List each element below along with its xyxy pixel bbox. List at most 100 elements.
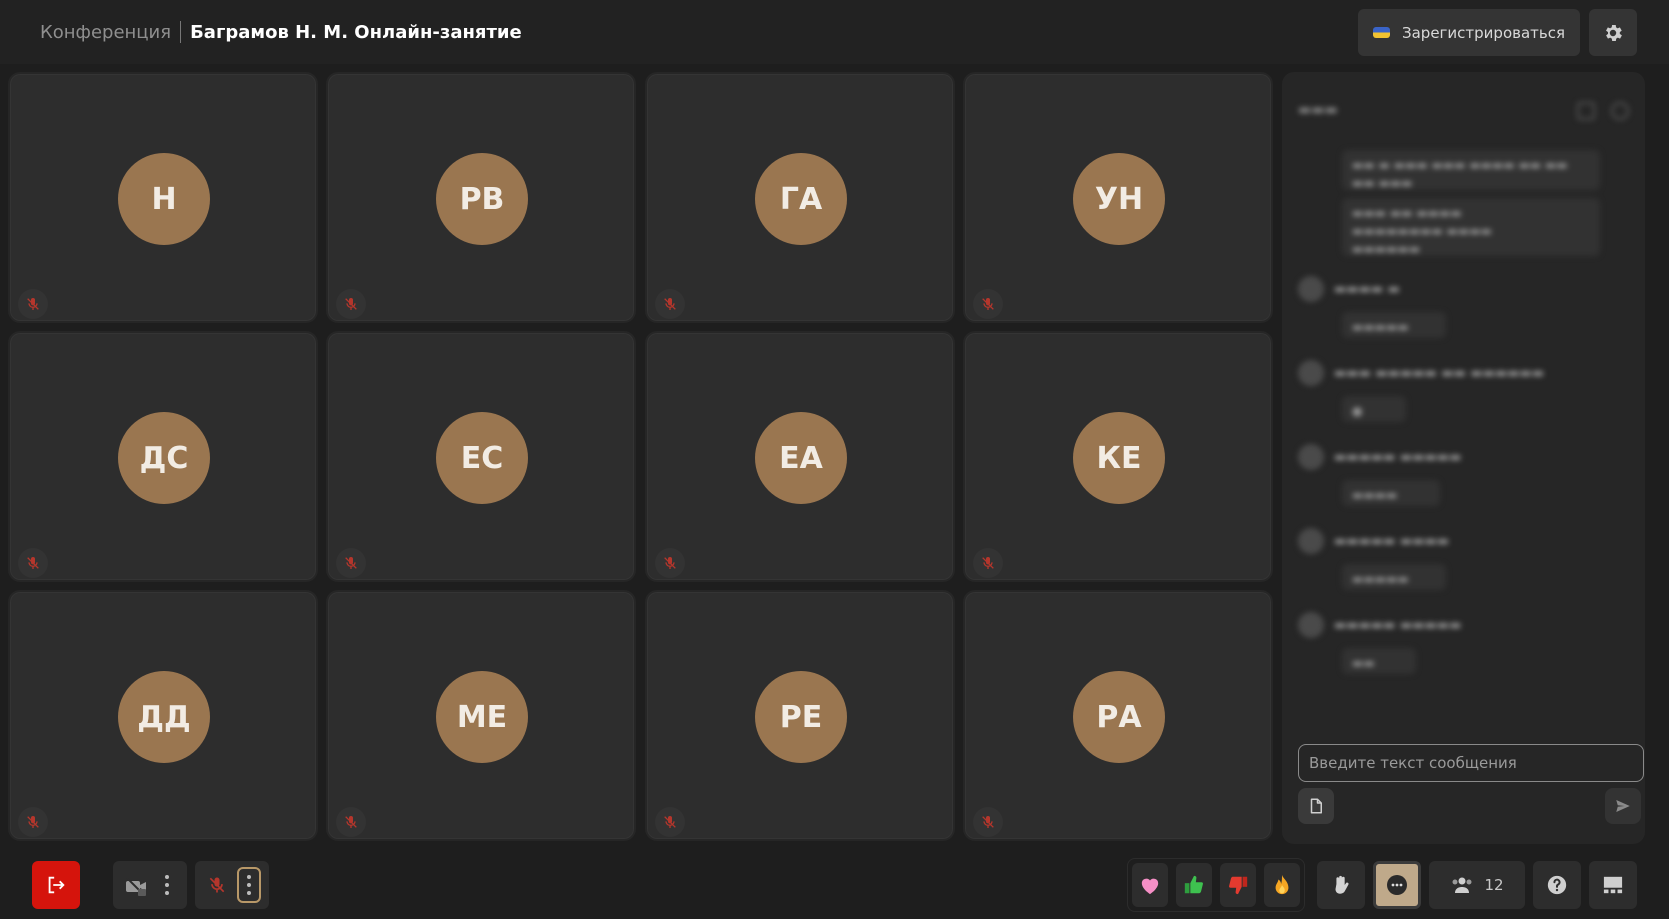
chat-toggle-button[interactable] [1373, 861, 1421, 909]
chat-message: ● [1342, 396, 1406, 422]
heart-icon [1141, 878, 1159, 895]
avatar: РЕ [755, 671, 847, 763]
mic-toggle-button[interactable] [205, 873, 229, 897]
mic-off-icon [18, 289, 48, 319]
reaction-heart-button[interactable] [1132, 863, 1168, 907]
participant-tile[interactable]: ЕС [326, 331, 636, 582]
participant-tile[interactable]: ДД [8, 590, 318, 841]
flag-icon [1372, 27, 1390, 38]
raise-hand-icon [1335, 875, 1349, 894]
participant-tile[interactable]: РА [963, 590, 1273, 841]
send-icon [1616, 800, 1630, 812]
layout-button[interactable] [1589, 861, 1637, 909]
participant-tile[interactable]: КЕ [963, 331, 1273, 582]
mic-off-icon [209, 877, 225, 893]
camera-options-button[interactable] [165, 875, 169, 895]
page-title: Баграмов Н. М. Онлайн-занятие [190, 21, 522, 43]
participant-tile[interactable]: ДС [8, 331, 318, 582]
conference-label: Конференция [40, 21, 172, 43]
avatar: КЕ [1073, 412, 1165, 504]
chat-message: ▬▬ ▬ ▬▬▬ ▬▬▬ ▬▬▬▬ ▬▬ ▬▬ ▬▬ ▬▬▬ [1342, 150, 1600, 190]
exit-icon [48, 876, 65, 894]
chat-message: ▬▬▬▬▬ [1342, 312, 1446, 338]
mic-off-icon [973, 289, 1003, 319]
help-icon [1547, 875, 1567, 895]
popout-icon [1577, 102, 1595, 120]
people-icon [1452, 877, 1472, 893]
chat-message: ▬▬▬ ▬▬ ▬▬▬▬ ▬▬▬▬▬▬▬▬ ▬▬▬▬ ▬▬▬▬▬▬ [1342, 198, 1600, 256]
chat-author: ▬▬▬ ▬▬▬▬▬ ▬▬ ▬▬▬▬▬▬ [1298, 360, 1544, 386]
microphone-control [195, 861, 269, 909]
participant-tile[interactable]: РЕ [645, 590, 955, 841]
participants-button[interactable]: 12 [1429, 861, 1525, 909]
chat-messages-blurred: ▬▬▬ ▬▬ ▬ ▬▬▬ ▬▬▬ ▬▬▬▬ ▬▬ ▬▬ ▬▬ ▬▬▬ ▬▬▬ ▬▬… [1282, 72, 1645, 732]
mic-off-icon [655, 289, 685, 319]
breadcrumb: Конференция Баграмов Н. М. Онлайн-заняти… [40, 0, 522, 64]
avatar: ЕС [436, 412, 528, 504]
participant-tile[interactable]: РВ [326, 72, 636, 323]
fire-icon [1275, 874, 1289, 895]
bottom-toolbar: 12 [0, 849, 1669, 919]
chat-message: ▬▬▬▬ [1342, 480, 1440, 506]
mic-off-icon [973, 548, 1003, 578]
title-divider [180, 21, 182, 43]
avatar: УН [1073, 153, 1165, 245]
file-icon [1310, 798, 1322, 814]
chat-header: ▬▬▬ [1298, 102, 1338, 118]
participant-tile[interactable]: Н [8, 72, 318, 323]
participant-tile[interactable]: ГА [645, 72, 955, 323]
register-label: Зарегистрироваться [1401, 23, 1566, 42]
participants-count: 12 [1484, 876, 1504, 894]
conference-app: Конференция Баграмов Н. М. Онлайн-заняти… [0, 0, 1669, 919]
chat-author: ▬▬▬▬▬ ▬▬▬▬▬ [1298, 612, 1461, 638]
mic-options-button[interactable] [237, 867, 261, 903]
reaction-fire-button[interactable] [1264, 863, 1300, 907]
chat-panel: ▬▬▬ ▬▬ ▬ ▬▬▬ ▬▬▬ ▬▬▬▬ ▬▬ ▬▬ ▬▬ ▬▬▬ ▬▬▬ ▬▬… [1282, 72, 1645, 844]
mic-off-icon [18, 548, 48, 578]
avatar: ГА [755, 153, 847, 245]
register-button[interactable]: Зарегистрироваться [1358, 9, 1580, 56]
camera-toggle-button[interactable] [123, 873, 149, 899]
reaction-dislike-button[interactable] [1220, 863, 1256, 907]
layout-icon [1603, 876, 1623, 894]
raise-hand-button[interactable] [1317, 861, 1365, 909]
camera-control [113, 861, 187, 909]
avatar: РА [1073, 671, 1165, 763]
participant-tile[interactable]: УН [963, 72, 1273, 323]
top-bar: Конференция Баграмов Н. М. Онлайн-заняти… [0, 0, 1669, 64]
avatar: Н [118, 153, 210, 245]
leave-button[interactable] [32, 861, 80, 909]
chat-header-actions [1577, 102, 1629, 120]
send-button[interactable] [1605, 788, 1641, 824]
participant-tile[interactable]: МЕ [326, 590, 636, 841]
mic-off-icon [655, 807, 685, 837]
avatar: ДД [118, 671, 210, 763]
mic-off-icon [655, 548, 685, 578]
settings-button[interactable] [1589, 9, 1637, 56]
thumbs-down-icon [1229, 876, 1248, 895]
participant-grid: Н РВ ГА УН ДС ЕС ЕА КЕ ДД МЕ РЕ РА [8, 72, 1273, 844]
avatar: РВ [436, 153, 528, 245]
avatar: ДС [118, 412, 210, 504]
chat-message: ▬▬▬▬▬ [1342, 564, 1446, 590]
camera-off-icon [126, 877, 146, 896]
attach-file-button[interactable] [1298, 788, 1334, 824]
mic-off-icon [18, 807, 48, 837]
help-button[interactable] [1533, 861, 1581, 909]
chat-message-input[interactable] [1298, 744, 1644, 782]
reactions-bar [1127, 858, 1305, 912]
close-icon [1611, 102, 1629, 120]
avatar: МЕ [436, 671, 528, 763]
gear-icon [1606, 24, 1622, 41]
chat-icon [1387, 875, 1407, 895]
chat-author: ▬▬▬▬▬ ▬▬▬▬ [1298, 528, 1449, 554]
mic-off-icon [336, 289, 366, 319]
participant-tile[interactable]: ЕА [645, 331, 955, 582]
avatar: ЕА [755, 412, 847, 504]
mic-off-icon [336, 807, 366, 837]
chat-author: ▬▬▬▬ ▬ [1298, 276, 1400, 302]
chat-message: ▬▬ [1342, 648, 1416, 674]
mic-off-icon [336, 548, 366, 578]
thumbs-up-icon [1184, 875, 1203, 894]
reaction-like-button[interactable] [1176, 863, 1212, 907]
